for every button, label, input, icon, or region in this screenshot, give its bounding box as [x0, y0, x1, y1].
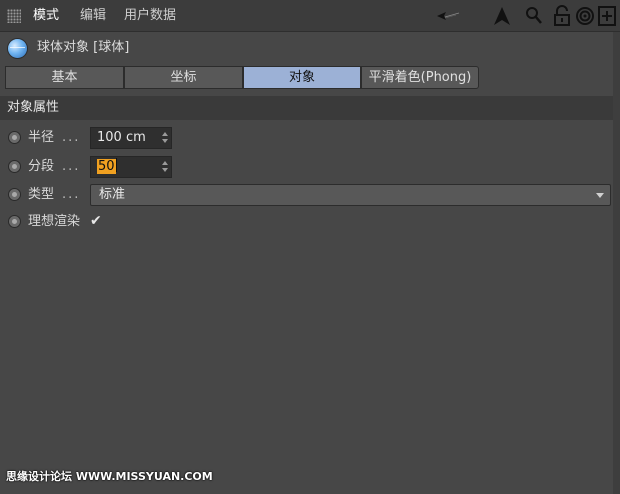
- cursor-up-arrow-icon[interactable]: [490, 4, 514, 28]
- radius-field[interactable]: 100 cm: [90, 127, 172, 149]
- object-title: 球体对象 [球体]: [37, 40, 130, 55]
- section-header: 对象属性: [0, 96, 613, 120]
- back-arrow-icon[interactable]: [436, 4, 460, 28]
- segments-dots: ...: [62, 159, 81, 174]
- search-icon[interactable]: [522, 4, 546, 28]
- text-caret: [115, 158, 117, 172]
- animate-radio-radius[interactable]: [8, 131, 21, 144]
- type-dots: ...: [62, 187, 81, 202]
- tab-phong[interactable]: 平滑着色(Phong): [361, 66, 479, 89]
- segments-stepper-icon[interactable]: [161, 160, 169, 174]
- render-perfect-label: 理想渲染: [28, 214, 81, 229]
- segments-value: 50: [97, 159, 116, 174]
- render-perfect-checkbox[interactable]: ✔: [90, 213, 105, 229]
- tab-basic[interactable]: 基本: [5, 66, 124, 89]
- animate-radio-render[interactable]: [8, 215, 21, 228]
- tab-object[interactable]: 对象: [243, 66, 361, 89]
- animate-radio-segments[interactable]: [8, 160, 21, 173]
- tab-bar: 基本 坐标 对象 平滑着色(Phong): [5, 66, 481, 90]
- grip-icon[interactable]: [7, 9, 21, 23]
- sphere-icon: [8, 39, 27, 58]
- radius-dots: ...: [62, 130, 81, 145]
- segments-label: 分段: [28, 159, 55, 174]
- animate-radio-type[interactable]: [8, 188, 21, 201]
- radius-label: 半径: [28, 130, 55, 145]
- radius-value: 100 cm: [97, 130, 146, 145]
- menu-user-data[interactable]: 用户数据: [124, 7, 176, 25]
- new-panel-icon[interactable]: [595, 4, 619, 28]
- object-header: 球体对象 [球体]: [8, 38, 408, 58]
- section-title: 对象属性: [7, 100, 60, 115]
- chevron-down-icon: [596, 193, 604, 198]
- menu-bar: 模式 编辑 用户数据: [0, 0, 620, 32]
- type-row: 类型 ... 标准: [0, 184, 620, 208]
- radius-stepper-icon[interactable]: [161, 131, 169, 145]
- menu-mode[interactable]: 模式: [33, 7, 59, 25]
- radius-row: 半径 ... 100 cm: [0, 127, 620, 151]
- menu-edit[interactable]: 编辑: [80, 7, 106, 25]
- render-perfect-row: 理想渲染 ✔: [0, 211, 620, 235]
- tab-coordinates[interactable]: 坐标: [124, 66, 243, 89]
- type-dropdown[interactable]: 标准: [90, 184, 611, 206]
- watermark: 思缘设计论坛 WWW.MISSYUAN.COM: [6, 470, 213, 483]
- panel-edge: [613, 32, 620, 494]
- segments-row: 分段 ... 50: [0, 156, 620, 180]
- target-icon[interactable]: [573, 4, 597, 28]
- unlock-icon[interactable]: [550, 4, 574, 28]
- type-value: 标准: [99, 187, 126, 202]
- segments-field[interactable]: 50: [90, 156, 172, 178]
- type-label: 类型: [28, 187, 55, 202]
